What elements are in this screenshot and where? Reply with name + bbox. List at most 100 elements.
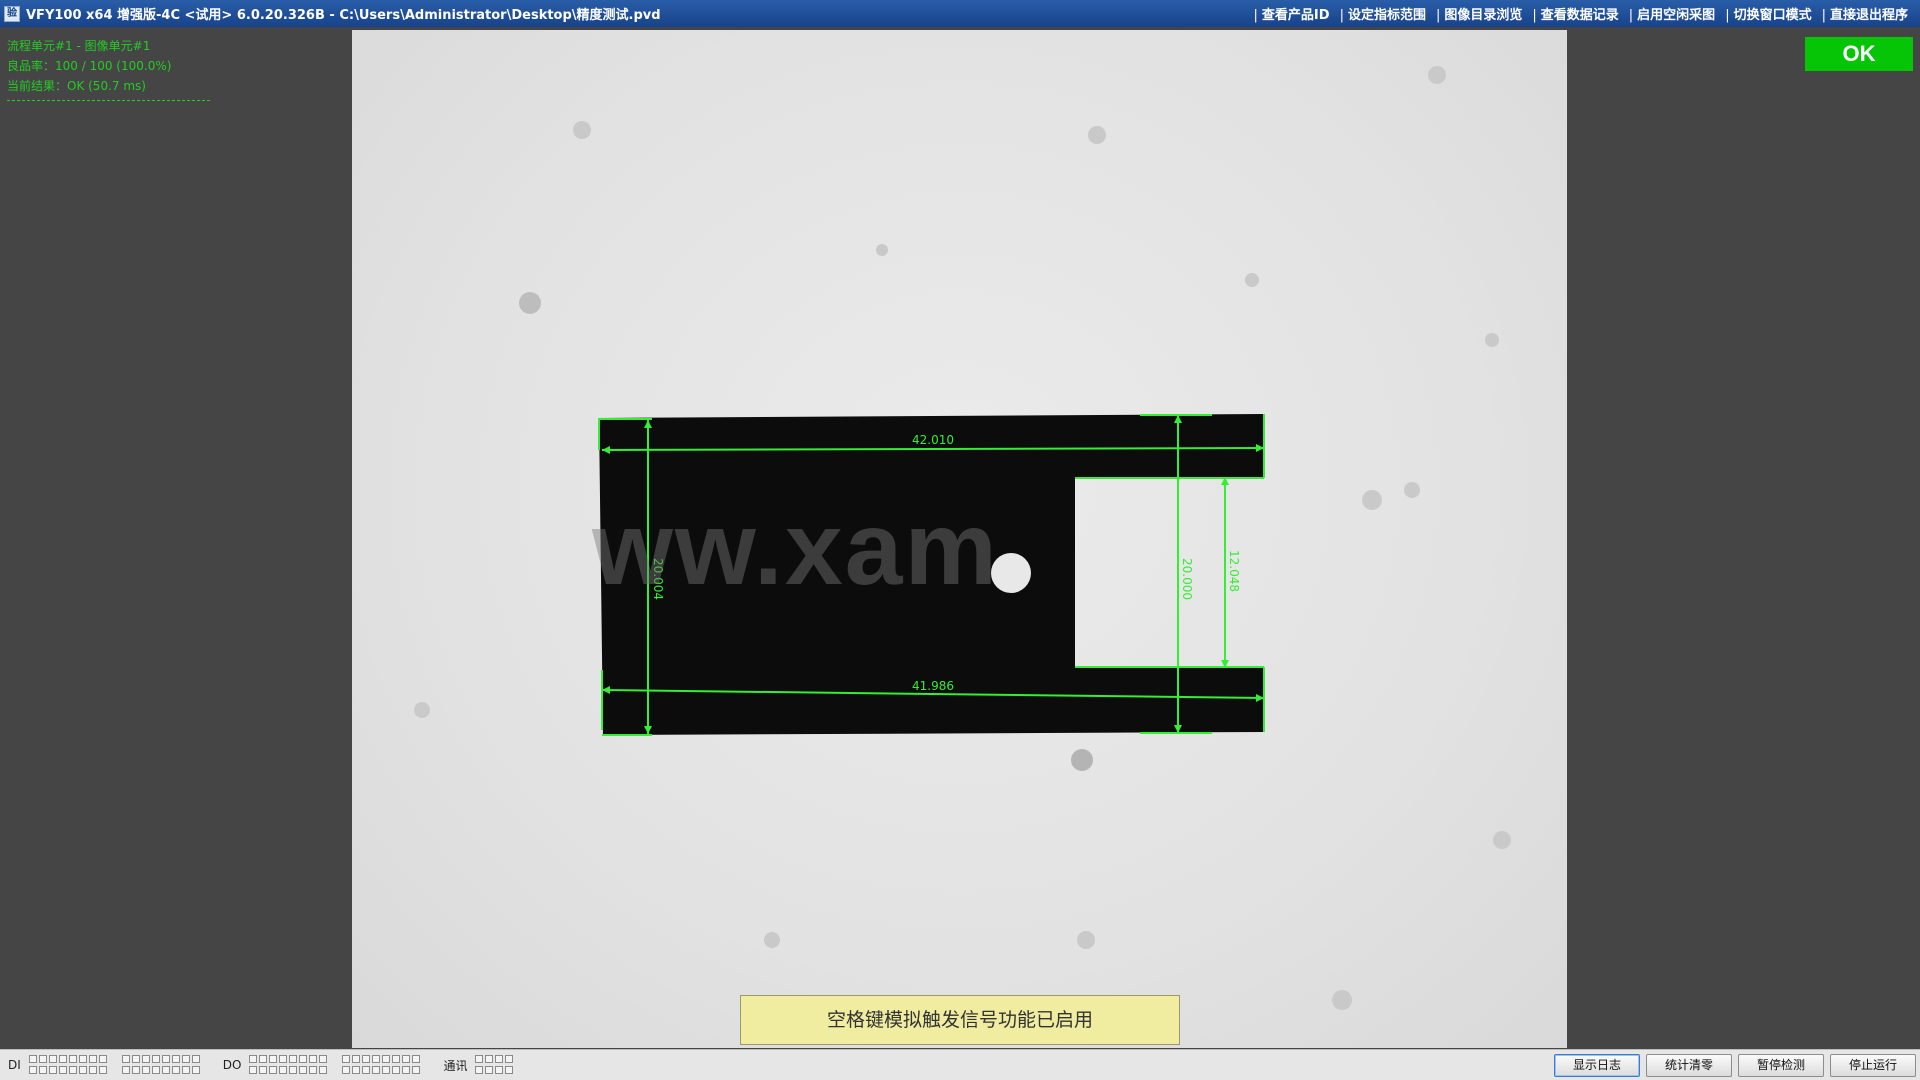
io-indicator bbox=[88, 1055, 97, 1063]
io-indicator bbox=[191, 1055, 200, 1063]
di-bank-1 bbox=[28, 1055, 108, 1075]
io-indicator bbox=[495, 1055, 504, 1063]
io-indicator bbox=[48, 1066, 57, 1074]
app-icon: 验 bbox=[4, 5, 20, 22]
menu-browse-image-dir[interactable]: 图像目录浏览 bbox=[1432, 4, 1528, 23]
io-indicator bbox=[289, 1055, 298, 1063]
io-indicator bbox=[382, 1066, 391, 1074]
io-indicator bbox=[68, 1066, 77, 1074]
do-bank-1 bbox=[249, 1055, 328, 1075]
io-indicator bbox=[392, 1055, 401, 1063]
io-indicator bbox=[68, 1055, 77, 1063]
top-menu: 查看产品ID 设定指标范围 图像目录浏览 查看数据记录 启用空闲采图 切换窗口模… bbox=[1250, 0, 1914, 27]
menu-set-spec-range[interactable]: 设定指标范围 bbox=[1336, 4, 1432, 23]
io-indicator bbox=[319, 1055, 328, 1063]
control-buttons: 显示日志 统计清零 暂停检测 停止运行 bbox=[1554, 1054, 1916, 1077]
io-indicator bbox=[505, 1055, 514, 1063]
io-indicator bbox=[485, 1066, 494, 1074]
io-indicator bbox=[28, 1055, 37, 1063]
io-indicator bbox=[38, 1055, 47, 1063]
camera-image-view[interactable]: 42.010 41.986 20.004 20.000 12.048 ww.xa… bbox=[352, 30, 1567, 1048]
io-indicator bbox=[475, 1066, 484, 1074]
menu-exit-program[interactable]: 直接退出程序 bbox=[1818, 4, 1914, 23]
stop-run-button[interactable]: 停止运行 bbox=[1830, 1054, 1916, 1077]
top-width-label: 42.010 bbox=[912, 433, 954, 447]
di-bank-2 bbox=[121, 1055, 201, 1075]
io-indicator bbox=[131, 1066, 140, 1074]
io-indicator bbox=[58, 1066, 67, 1074]
io-indicator bbox=[495, 1066, 504, 1074]
result-badge: OK bbox=[1805, 37, 1913, 71]
io-indicator bbox=[372, 1066, 381, 1074]
info-divider bbox=[7, 100, 210, 101]
io-indicator bbox=[171, 1055, 180, 1063]
io-indicator bbox=[485, 1055, 494, 1063]
io-indicator bbox=[402, 1055, 411, 1063]
io-indicator bbox=[279, 1066, 288, 1074]
io-indicator bbox=[78, 1055, 87, 1063]
io-indicator bbox=[475, 1055, 484, 1063]
pause-inspection-button[interactable]: 暂停检测 bbox=[1738, 1054, 1824, 1077]
io-indicator bbox=[289, 1066, 298, 1074]
inspection-info: 流程单元#1 - 图像单元#1 良品率：100 / 100 (100.0%) 当… bbox=[7, 36, 210, 101]
io-indicator bbox=[98, 1055, 107, 1063]
watermark: ww.xam bbox=[592, 491, 999, 607]
comm-bank bbox=[475, 1055, 514, 1075]
io-indicator bbox=[392, 1066, 401, 1074]
menu-switch-window-mode[interactable]: 切换窗口模式 bbox=[1721, 4, 1817, 23]
menu-view-product-id[interactable]: 查看产品ID bbox=[1250, 4, 1336, 23]
io-indicator bbox=[98, 1066, 107, 1074]
io-indicator bbox=[161, 1066, 170, 1074]
io-indicator bbox=[249, 1055, 258, 1063]
io-indicator bbox=[121, 1055, 130, 1063]
io-indicator bbox=[141, 1066, 150, 1074]
io-indicator bbox=[269, 1066, 278, 1074]
do-label: DO bbox=[222, 1058, 242, 1072]
menu-view-data-log[interactable]: 查看数据记录 bbox=[1528, 4, 1624, 23]
io-indicator bbox=[299, 1066, 308, 1074]
io-indicator bbox=[161, 1055, 170, 1063]
menu-idle-capture[interactable]: 启用空闲采图 bbox=[1625, 4, 1721, 23]
io-indicator bbox=[171, 1066, 180, 1074]
current-result-label: 当前结果：OK (50.7 ms) bbox=[7, 79, 146, 93]
io-indicator bbox=[319, 1066, 328, 1074]
io-indicator bbox=[141, 1055, 150, 1063]
show-log-button[interactable]: 显示日志 bbox=[1554, 1054, 1640, 1077]
io-indicator bbox=[352, 1055, 361, 1063]
trigger-notice: 空格键模拟触发信号功能已启用 bbox=[740, 995, 1180, 1045]
io-indicator bbox=[412, 1066, 421, 1074]
io-indicator bbox=[362, 1055, 371, 1063]
io-indicator bbox=[309, 1066, 318, 1074]
io-indicator bbox=[48, 1055, 57, 1063]
io-indicator bbox=[309, 1055, 318, 1063]
reset-stats-button[interactable]: 统计清零 bbox=[1646, 1054, 1732, 1077]
io-indicator bbox=[279, 1055, 288, 1063]
do-bank-2 bbox=[342, 1055, 421, 1075]
io-indicator bbox=[38, 1066, 47, 1074]
io-indicator bbox=[362, 1066, 371, 1074]
io-indicator bbox=[372, 1055, 381, 1063]
process-unit-label: 流程单元#1 - 图像单元#1 bbox=[7, 39, 151, 53]
bottom-width-label: 41.986 bbox=[912, 679, 954, 693]
io-indicator bbox=[259, 1055, 268, 1063]
io-indicator bbox=[412, 1055, 421, 1063]
window-title: VFY100 x64 增强版-4C <试用> 6.0.20.326B - C:\… bbox=[26, 8, 661, 23]
title-bar: 验 VFY100 x64 增强版-4C <试用> 6.0.20.326B - C… bbox=[0, 0, 1920, 27]
io-indicator bbox=[121, 1066, 130, 1074]
di-label: DI bbox=[8, 1058, 21, 1072]
slot-height-label: 12.048 bbox=[1227, 550, 1241, 592]
io-indicator bbox=[151, 1066, 160, 1074]
io-indicator bbox=[299, 1055, 308, 1063]
io-indicator bbox=[342, 1066, 351, 1074]
yield-rate-label: 良品率：100 / 100 (100.0%) bbox=[7, 59, 172, 73]
io-indicator bbox=[88, 1066, 97, 1074]
io-indicator bbox=[131, 1055, 140, 1063]
io-indicator bbox=[259, 1066, 268, 1074]
io-indicator bbox=[269, 1055, 278, 1063]
io-indicator bbox=[191, 1066, 200, 1074]
io-indicator bbox=[28, 1066, 37, 1074]
io-indicator bbox=[181, 1066, 190, 1074]
io-indicator bbox=[151, 1055, 160, 1063]
io-indicator bbox=[181, 1055, 190, 1063]
io-indicator bbox=[505, 1066, 514, 1074]
